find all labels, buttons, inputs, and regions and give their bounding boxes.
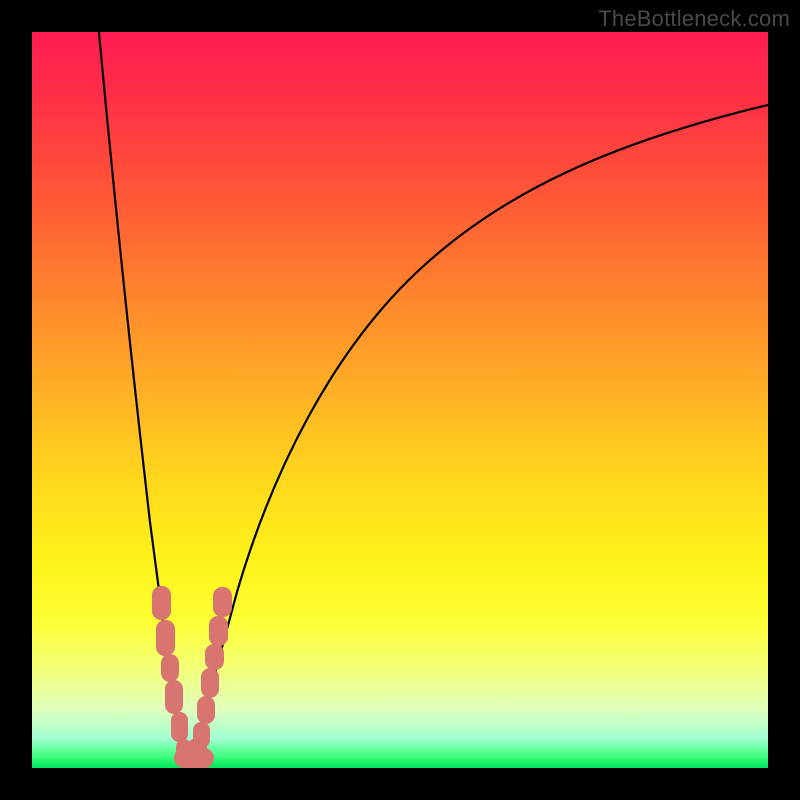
- left-cluster: [152, 586, 192, 760]
- bottleneck-curve-right: [187, 104, 768, 768]
- curve-layer: [32, 32, 768, 768]
- chart-frame: TheBottleneck.com: [0, 0, 800, 800]
- right-cluster: [193, 587, 232, 748]
- watermark-label: TheBottleneck.com: [598, 6, 790, 32]
- plot-area: [32, 32, 768, 768]
